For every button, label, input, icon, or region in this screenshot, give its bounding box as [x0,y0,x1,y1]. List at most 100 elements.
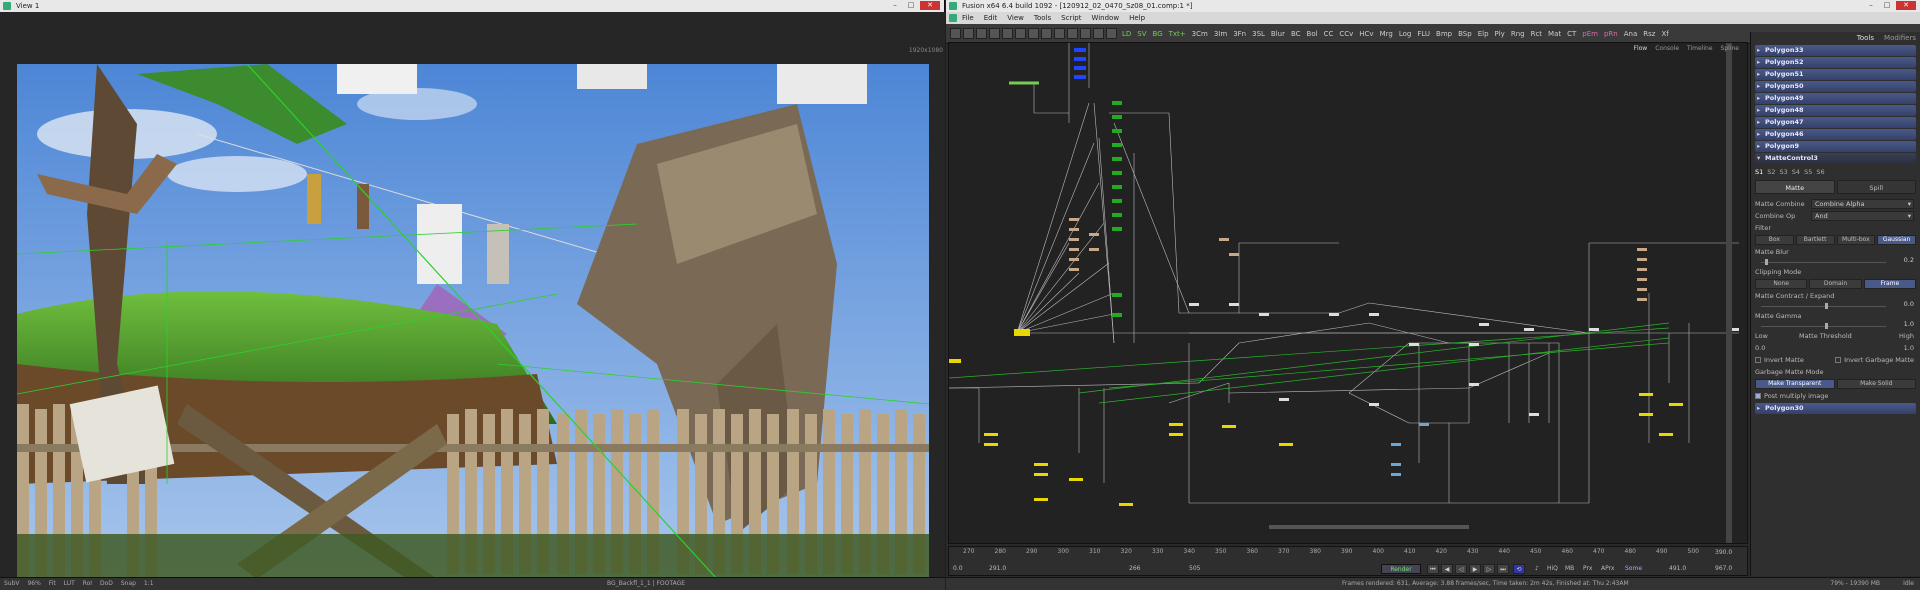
tab-s1[interactable]: S1 [1755,166,1763,178]
post-multiply-checkbox[interactable]: Post multiply image [1755,392,1828,400]
tool-header-polygon51[interactable]: Polygon51 [1755,69,1916,80]
menu-window[interactable]: Window [1091,14,1119,22]
viewer-canvas[interactable]: 1920x1080 [0,12,945,579]
audio-icon[interactable]: ♪ [1535,565,1539,572]
cut-icon[interactable] [989,28,1000,39]
tab-timeline[interactable]: Timeline [1687,45,1713,52]
tool-button[interactable]: LD [1119,30,1134,38]
tool-button[interactable]: Rsz [1640,30,1658,38]
tool-button[interactable]: 3Fn [1230,30,1249,38]
matte-blur-slider[interactable]: 0.2 [1755,256,1916,266]
filter-bartlett-button[interactable]: Bartlett [1795,235,1835,245]
clip-frame-button[interactable]: Frame [1863,279,1916,289]
tool-button[interactable]: Bmp [1433,30,1455,38]
paste-icon[interactable] [1015,28,1026,39]
go-end-icon[interactable]: ⏭ [1497,564,1509,574]
in-point[interactable]: 390.0 [1715,549,1732,556]
tool-header-polygon47[interactable]: Polygon47 [1755,117,1916,128]
fusion-menu-icon[interactable] [949,14,957,22]
maximize-icon[interactable]: □ [904,1,918,10]
some-toggle[interactable]: Some [1625,565,1642,572]
tool-header-polygon50[interactable]: Polygon50 [1755,81,1916,92]
loop-icon[interactable]: ⟲ [1513,564,1525,574]
menu-help[interactable]: Help [1129,14,1145,22]
make-solid-button[interactable]: Make Solid [1836,379,1916,389]
play-reverse-icon[interactable]: ◁ [1455,564,1467,574]
node-graph[interactable] [949,43,1748,544]
copy-icon[interactable] [1002,28,1013,39]
matte-blur-value[interactable]: 0.2 [1904,256,1914,264]
gamma-slider[interactable]: 1.0 [1755,320,1916,330]
tab-s6[interactable]: S6 [1816,166,1824,178]
tab-s3[interactable]: S3 [1780,166,1788,178]
tool-header-polygon9[interactable]: Polygon9 [1755,141,1916,152]
tool-header-polygon52[interactable]: Polygon52 [1755,57,1916,68]
tool-button[interactable]: Elp [1475,30,1492,38]
tool-button[interactable]: 3Im [1211,30,1230,38]
tool-header-polygon30[interactable]: Polygon30 [1755,403,1916,414]
tool-header-polygon49[interactable]: Polygon49 [1755,93,1916,104]
tab-console[interactable]: Console [1655,45,1679,52]
tool-button[interactable]: FLU [1414,30,1433,38]
global-start[interactable]: 0.0 [953,565,963,572]
menu-edit[interactable]: Edit [984,14,998,22]
tab-modifiers[interactable]: Modifiers [1884,32,1916,44]
minimize-icon[interactable]: – [1864,1,1878,10]
tool-button[interactable]: Blur [1268,30,1288,38]
menu-view[interactable]: View [1007,14,1024,22]
combine-op-dropdown[interactable]: And [1811,211,1914,221]
close-icon[interactable]: ✕ [920,1,940,10]
make-transparent-button[interactable]: Make Transparent [1755,379,1835,389]
undo-icon[interactable] [1028,28,1039,39]
gamma-value[interactable]: 1.0 [1904,320,1914,328]
zoom-level[interactable]: 96% [27,578,40,590]
tool-button[interactable]: BG [1150,30,1166,38]
tool-button[interactable]: pRn [1601,30,1621,38]
filter-box-button[interactable]: Box [1755,235,1794,245]
clip-domain-button[interactable]: Domain [1809,279,1862,289]
minimize-icon[interactable]: – [888,1,902,10]
render-end-time[interactable]: 491.0 [1669,565,1686,572]
tool-header-mattecontrol[interactable]: MatteControl3 [1755,153,1916,164]
tool-button[interactable]: CT [1564,30,1579,38]
tab-s5[interactable]: S5 [1804,166,1812,178]
step-forward-icon[interactable]: ▷ [1483,564,1495,574]
tool-button[interactable]: Ana [1621,30,1641,38]
tab-flow[interactable]: Flow [1634,45,1648,52]
tool-button[interactable]: CC [1321,30,1337,38]
tool-button[interactable]: 3Cm [1189,30,1211,38]
fit-button[interactable]: Fit [49,578,56,590]
tool-button[interactable]: HCv [1356,30,1376,38]
global-end[interactable]: 967.0 [1715,565,1732,572]
tab-spline[interactable]: Spline [1721,45,1739,52]
open-icon[interactable] [963,28,974,39]
frame-ruler[interactable]: 270 280 290 300 310 320 330 340 350 360 370 380 390 4… [949,547,1747,561]
render-range-end[interactable]: 505 [1189,565,1200,572]
tab-tools[interactable]: Tools [1857,32,1874,44]
roi-button[interactable]: RoI [83,578,92,590]
filter-multibox-button[interactable]: Multi-box [1836,235,1876,245]
invert-garbage-checkbox[interactable]: Invert Garbage Matte [1835,354,1914,366]
tool-button[interactable]: 3SL [1249,30,1268,38]
tool-button[interactable]: BC [1288,30,1304,38]
tool-button[interactable]: CCv [1336,30,1356,38]
layout4-icon[interactable] [1093,28,1104,39]
tool-button[interactable]: Rng [1508,30,1528,38]
tool-button[interactable]: pEm [1579,30,1601,38]
time-ruler[interactable]: 270 280 290 300 310 320 330 340 350 360 370 380 390 4… [948,546,1748,576]
play-icon[interactable]: ▶ [1469,564,1481,574]
dod-button[interactable]: DoD [100,578,113,590]
step-back-icon[interactable]: ◀ [1441,564,1453,574]
render-button[interactable]: Render [1381,564,1421,574]
contract-value[interactable]: 0.0 [1904,300,1914,308]
flow-editor[interactable]: Flow Console Timeline Spline [948,42,1748,544]
snap-button[interactable]: Snap [121,578,136,590]
invert-matte-checkbox[interactable]: Invert Matte [1755,356,1804,364]
threshold-high-value[interactable]: 1.0 [1904,342,1914,354]
menu-tools[interactable]: Tools [1034,14,1051,22]
tab-spill[interactable]: Spill [1836,180,1916,194]
filter-gaussian-button[interactable]: Gaussian [1877,235,1916,245]
tab-s2[interactable]: S2 [1767,166,1775,178]
render-range-start[interactable]: 266 [1129,565,1140,572]
menu-script[interactable]: Script [1061,14,1081,22]
